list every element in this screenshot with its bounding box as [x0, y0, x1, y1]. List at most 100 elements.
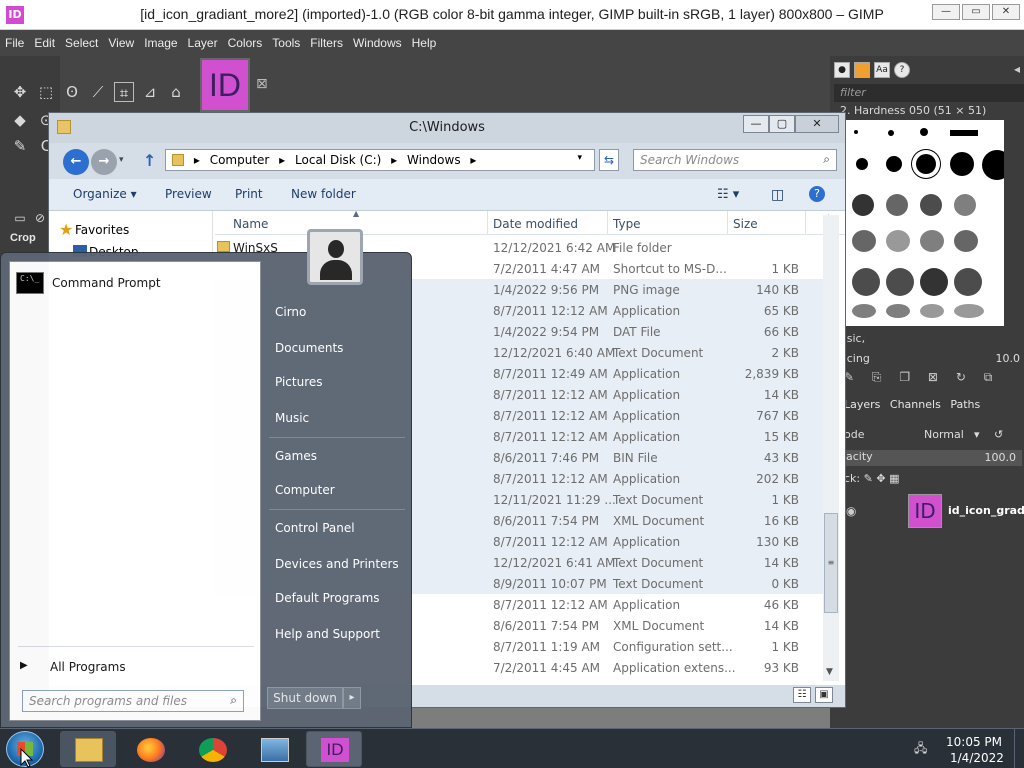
column-divider[interactable]	[805, 211, 806, 235]
transform-tool-icon[interactable]: ⊿	[140, 82, 160, 102]
shutdown-options-icon[interactable]: ▸	[343, 687, 361, 709]
close-button[interactable]: ✕	[795, 115, 839, 133]
scrollbar-thumb[interactable]: ≡	[824, 513, 838, 613]
print-button[interactable]: Print	[235, 187, 263, 201]
brush-swatch[interactable]	[852, 268, 880, 296]
brush-swatch[interactable]	[852, 194, 874, 216]
help-icon[interactable]: ?	[809, 186, 825, 202]
rect-select-tool-icon[interactable]: ⬚	[36, 82, 56, 102]
lock-position-icon[interactable]: ✥	[876, 472, 885, 485]
chevron-down-icon[interactable]: ▾	[577, 153, 582, 163]
large-icons-view-icon[interactable]: ▣	[815, 687, 833, 703]
brush-swatch[interactable]	[920, 304, 944, 318]
lock-pixels-icon[interactable]: ✎	[864, 472, 873, 485]
scroll-down-arrow-icon[interactable]: ▼	[826, 667, 833, 677]
brush-swatch[interactable]	[852, 304, 876, 318]
brush-swatch[interactable]	[852, 230, 876, 252]
delete-brush-icon[interactable]: ⊠	[928, 370, 938, 384]
start-link-default-programs[interactable]: Default Programs	[275, 591, 380, 605]
organize-button[interactable]: Organize ▾	[73, 187, 137, 201]
start-link-user[interactable]: Cirno	[275, 305, 306, 319]
change-view-icon[interactable]: ☷ ▾	[717, 187, 739, 202]
show-desktop-button[interactable]	[1014, 729, 1024, 768]
chevron-right-icon[interactable]: ▸	[194, 153, 200, 167]
chevron-right-icon[interactable]: ▸	[470, 153, 476, 167]
search-input[interactable]: Search Windows ⌕	[633, 149, 837, 171]
layer-list-item[interactable]: ◉ ID id_icon_gradi	[844, 494, 1024, 530]
brush-swatch[interactable]	[920, 230, 944, 252]
menu-filters[interactable]: Filters	[305, 30, 348, 56]
brush-grid[interactable]	[846, 120, 1004, 326]
brush-filter-input[interactable]: filter	[834, 84, 1024, 102]
chevron-down-icon[interactable]: ▾	[974, 428, 980, 441]
column-header-date[interactable]: Date modified	[493, 217, 578, 231]
brush-swatch[interactable]	[950, 152, 974, 176]
brush-swatch[interactable]	[954, 304, 984, 318]
menu-windows[interactable]: Windows	[348, 30, 407, 56]
path-tool-icon[interactable]: ✎	[10, 136, 30, 156]
open-as-image-icon[interactable]: ⧉	[984, 370, 993, 384]
menu-select[interactable]: Select	[60, 30, 103, 56]
menu-layer[interactable]: Layer	[183, 30, 223, 56]
chevron-right-icon[interactable]: ▸	[391, 153, 397, 167]
breadcrumb[interactable]: ▸ Computer ▸ Local Disk (C:) ▸ Windows ▸…	[165, 149, 595, 171]
brush-swatch[interactable]	[886, 268, 914, 296]
brush-swatch[interactable]	[886, 156, 902, 172]
forward-arrow-icon[interactable]: →	[91, 149, 117, 175]
brush-swatch[interactable]	[886, 304, 910, 318]
taskbar-chrome-button[interactable]	[184, 731, 240, 767]
start-link-computer[interactable]: Computer	[275, 483, 335, 497]
menu-view[interactable]: View	[103, 30, 139, 56]
menu-edit[interactable]: Edit	[29, 30, 60, 56]
menu-tools[interactable]: Tools	[267, 30, 305, 56]
lasso-tool-icon[interactable]: ʘ	[62, 82, 82, 102]
taskbar-firefox-button[interactable]	[122, 731, 178, 767]
tool-options-icon[interactable]: ▭	[10, 208, 30, 228]
minimize-button[interactable]: —	[932, 4, 960, 20]
tab-layers[interactable]: Layers	[844, 398, 880, 411]
details-view-icon[interactable]: ☷	[793, 687, 811, 703]
nav-favorites[interactable]: Favorites	[75, 223, 129, 237]
brush-swatch[interactable]	[856, 158, 868, 170]
crop-tool-icon[interactable]: ⌗	[114, 82, 134, 102]
move-tool-icon[interactable]: ✥	[10, 82, 30, 102]
brush-swatch[interactable]	[950, 130, 978, 136]
chevron-right-icon[interactable]: ▸	[279, 153, 285, 167]
image-tab-thumbnail[interactable]: ID	[200, 58, 250, 112]
maximize-button[interactable]: ▭	[962, 4, 990, 20]
column-header-size[interactable]: Size	[733, 217, 758, 231]
shutdown-button[interactable]: Shut down	[267, 687, 343, 709]
search-icon[interactable]: ⌕	[823, 152, 830, 167]
clock-time[interactable]: 10:05 PM	[946, 735, 1002, 749]
duplicate-brush-icon[interactable]: ❐	[899, 370, 910, 384]
lock-alpha-icon[interactable]: ▦	[889, 472, 899, 485]
start-search-input[interactable]: Search programs and files ⌕	[22, 690, 244, 712]
opacity-slider[interactable]: acity 100.0	[844, 450, 1022, 466]
start-link-devices-printers[interactable]: Devices and Printers	[275, 557, 399, 571]
vertical-scrollbar[interactable]: ≡ ▼	[823, 215, 839, 681]
brush-spacing-slider[interactable]: acing 10.0	[840, 352, 1020, 365]
clock-date[interactable]: 1/4/2022	[950, 751, 1004, 765]
bucket-fill-tool-icon[interactable]: ◆	[10, 110, 30, 130]
up-arrow-icon[interactable]: ↑	[143, 151, 156, 170]
tab-channels[interactable]: Channels	[890, 398, 941, 411]
reset-mode-icon[interactable]: ↺	[994, 428, 1003, 441]
column-divider[interactable]	[487, 211, 488, 235]
menu-help[interactable]: Help	[407, 30, 442, 56]
maximize-button[interactable]: ▢	[769, 115, 795, 133]
brush-swatch[interactable]	[854, 130, 858, 134]
column-header-name[interactable]: Name	[233, 217, 268, 231]
column-header-type[interactable]: Type	[613, 217, 641, 231]
fuzzy-select-tool-icon[interactable]: ⟋	[88, 82, 108, 102]
start-link-games[interactable]: Games	[275, 449, 317, 463]
brush-swatch[interactable]	[888, 130, 894, 136]
close-button[interactable]: ✕	[992, 4, 1020, 20]
menu-file[interactable]: File	[0, 30, 29, 56]
start-link-music[interactable]: Music	[275, 411, 309, 425]
network-icon[interactable]: 🖧	[914, 739, 932, 755]
image-tab-close-icon[interactable]: ⊠	[256, 76, 268, 92]
start-link-control-panel[interactable]: Control Panel	[275, 521, 355, 535]
refresh-icon[interactable]: ⇆	[599, 149, 619, 171]
taskbar-explorer-button[interactable]	[60, 731, 116, 767]
brush-swatch[interactable]	[954, 194, 976, 216]
